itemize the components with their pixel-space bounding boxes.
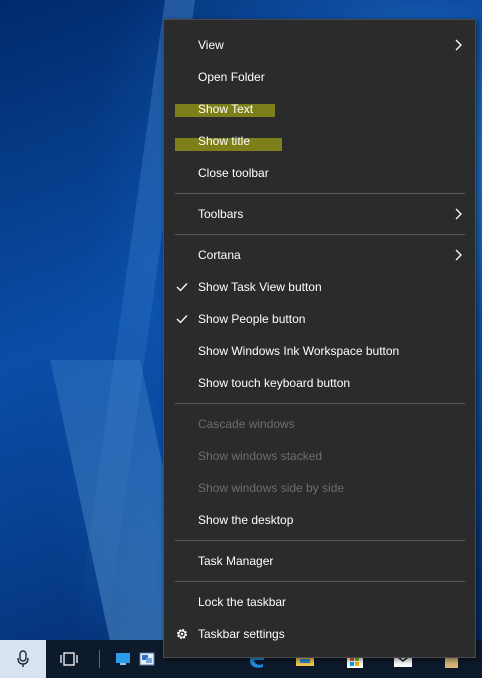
app-icon[interactable] xyxy=(136,640,158,678)
menu-item-cortana[interactable]: Cortana xyxy=(164,239,475,271)
menu-item-toolbars[interactable]: Toolbars xyxy=(164,198,475,230)
menu-separator xyxy=(175,581,465,582)
menu-item-label: Task Manager xyxy=(198,554,274,568)
menu-item-task-manager[interactable]: Task Manager xyxy=(164,545,475,577)
menu-item-label: Lock the taskbar xyxy=(198,595,287,609)
menu-item-label: Close toolbar xyxy=(198,166,269,180)
menu-item-show-windows-ink-workspace-button[interactable]: Show Windows Ink Workspace button xyxy=(164,335,475,367)
menu-item-label: View xyxy=(198,38,224,52)
chevron-right-icon xyxy=(455,39,462,51)
menu-item-label: Show the desktop xyxy=(198,513,294,527)
menu-item-lock-the-taskbar[interactable]: Lock the taskbar xyxy=(164,586,475,618)
checkmark-icon xyxy=(176,283,188,292)
menu-item-view[interactable]: View xyxy=(164,29,475,61)
menu-item-show-the-desktop[interactable]: Show the desktop xyxy=(164,504,475,536)
taskbar-divider xyxy=(99,650,100,668)
app-icon[interactable] xyxy=(112,640,134,678)
menu-item-show-title[interactable]: Show title xyxy=(164,125,475,157)
menu-item-label: Show windows side by side xyxy=(198,481,345,495)
menu-item-show-touch-keyboard-button[interactable]: Show touch keyboard button xyxy=(164,367,475,399)
chevron-right-icon xyxy=(455,249,462,261)
menu-item-label: Taskbar settings xyxy=(198,627,285,641)
checkmark-icon xyxy=(176,315,188,324)
task-view-icon[interactable] xyxy=(46,640,92,678)
menu-item-close-toolbar[interactable]: Close toolbar xyxy=(164,157,475,189)
gear-icon xyxy=(177,629,187,639)
menu-item-label: Show Text xyxy=(198,102,254,116)
microphone-icon[interactable] xyxy=(0,640,46,678)
menu-item-show-text[interactable]: Show Text xyxy=(164,93,475,125)
menu-item-label: Open Folder xyxy=(198,70,265,84)
menu-item-label: Show windows stacked xyxy=(198,449,323,463)
menu-separator xyxy=(175,193,465,194)
menu-item-label: Cascade windows xyxy=(198,417,295,431)
menu-separator xyxy=(175,234,465,235)
menu-item-label: Cortana xyxy=(198,248,241,262)
menu-item-show-windows-side-by-side: Show windows side by side xyxy=(164,472,475,504)
chevron-right-icon xyxy=(455,208,462,220)
menu-item-label: Show Task View button xyxy=(198,280,322,294)
menu-item-label: Show title xyxy=(198,134,251,148)
menu-item-label: Toolbars xyxy=(198,207,244,221)
menu-item-show-people-button[interactable]: Show People button xyxy=(164,303,475,335)
menu-item-cascade-windows: Cascade windows xyxy=(164,408,475,440)
menu-separator xyxy=(175,540,465,541)
menu-item-label: Show People button xyxy=(198,312,306,326)
menu-separator xyxy=(175,403,465,404)
menu-item-show-windows-stacked: Show windows stacked xyxy=(164,440,475,472)
menu-item-open-folder[interactable]: Open Folder xyxy=(164,61,475,93)
menu-item-label: Show touch keyboard button xyxy=(198,376,351,390)
menu-item-taskbar-settings[interactable]: Taskbar settings xyxy=(164,618,475,650)
menu-item-label: Show Windows Ink Workspace button xyxy=(198,344,400,358)
menu-item-show-task-view-button[interactable]: Show Task View button xyxy=(164,271,475,303)
taskbar-context-menu: View Open Folder Show Text Show title Cl… xyxy=(163,19,476,658)
